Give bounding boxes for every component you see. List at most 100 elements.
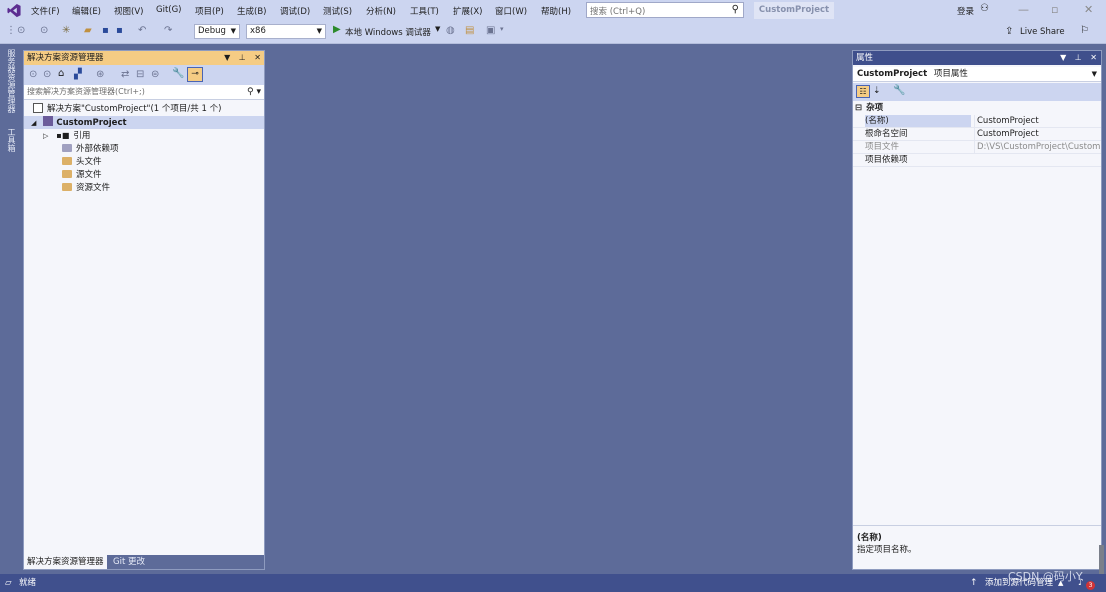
property-key: 根命名空间	[865, 129, 908, 139]
tree-item-label: 资源文件	[76, 183, 111, 193]
left-tool-strip: 服务器资源管理器 工具箱	[0, 44, 22, 574]
diagnostics-icon[interactable]: ▤	[465, 25, 474, 36]
toolbox-tab[interactable]: 工具箱	[6, 128, 17, 152]
maximize-icon[interactable]: ▫	[1051, 3, 1058, 16]
toolbar-overflow-icon[interactable]: ▾	[500, 25, 504, 33]
close-icon[interactable]: ✕	[1084, 3, 1093, 16]
platform-combo[interactable]: x86 ▼	[246, 24, 326, 39]
start-debug-button[interactable]: 本地 Windows 调试器	[345, 26, 431, 38]
property-value[interactable]: CustomProject	[974, 128, 1101, 140]
menu-view[interactable]: 视图(V)	[114, 5, 143, 17]
solution-node[interactable]: 解决方案"CustomProject"(1 个项目/共 1 个)	[24, 103, 264, 116]
status-bar: ▱ 就绪 ↑ 添加到源代码管理 ▲ CSDN @码小Y ♪ 3	[0, 570, 1106, 592]
pin-icon[interactable]: ⊥	[1075, 53, 1082, 62]
collapse-box-icon[interactable]: ⊟	[855, 103, 862, 113]
description-title: (名称)	[857, 533, 882, 543]
property-value[interactable]: D:\VS\CustomProject\CustomPr	[974, 141, 1101, 153]
tree-item-label: 源文件	[76, 170, 102, 180]
expand-arrow-icon[interactable]: ◢	[31, 119, 36, 127]
property-row[interactable]: 项目依赖项	[853, 154, 1101, 167]
open-folder-icon[interactable]: ▰	[84, 25, 92, 36]
menu-tools[interactable]: 工具(T)	[410, 5, 439, 17]
menu-help[interactable]: 帮助(H)	[541, 5, 571, 17]
menu-test[interactable]: 测试(S)	[323, 5, 352, 17]
sync-icon[interactable]: ⇄	[121, 69, 129, 80]
menu-build[interactable]: 生成(B)	[237, 5, 266, 17]
property-row[interactable]: 项目文件 D:\VS\CustomProject\CustomPr	[853, 141, 1101, 154]
tree-item-source-files[interactable]: 源文件	[24, 169, 264, 182]
category-misc[interactable]: ⊟ 杂项	[853, 102, 1101, 115]
menu-window[interactable]: 窗口(W)	[495, 5, 527, 17]
notifications-bell-icon[interactable]: ♪	[1078, 574, 1084, 592]
menu-edit[interactable]: 编辑(E)	[72, 5, 101, 17]
screenshot-icon[interactable]: ▣	[486, 25, 495, 36]
object-name: CustomProject	[857, 69, 928, 79]
live-share-button[interactable]: Live Share	[1020, 27, 1065, 37]
project-node[interactable]: ◢ CustomProject	[24, 116, 264, 129]
forward-icon[interactable]: ⊙	[43, 69, 51, 80]
properties-wrench-icon[interactable]: 🔧	[172, 68, 184, 79]
tree-item-resource-files[interactable]: 资源文件	[24, 182, 264, 195]
close-icon[interactable]: ✕	[254, 53, 261, 62]
property-row[interactable]: 根命名空间 CustomProject	[853, 128, 1101, 141]
search-box[interactable]: 搜索 (Ctrl+Q) ⚲	[586, 2, 744, 18]
account-icon[interactable]: ⚇	[980, 3, 989, 14]
close-icon[interactable]: ✕	[1090, 53, 1097, 62]
save-icon[interactable]: ▪	[102, 25, 109, 36]
redo-icon[interactable]: ↷	[164, 25, 172, 36]
collapse-all-icon[interactable]: ⊟	[136, 69, 144, 80]
pin-icon[interactable]: ⊥	[239, 53, 246, 62]
panel-menu-icon[interactable]: ▼	[1060, 53, 1066, 62]
login-link[interactable]: 登录	[957, 5, 974, 17]
menu-analyze[interactable]: 分析(N)	[366, 5, 396, 17]
tree-item-references[interactable]: ▷ ▪■ 引用	[24, 129, 264, 142]
forward-icon[interactable]: ⊙	[40, 25, 48, 36]
back-icon[interactable]: ⊙	[17, 25, 25, 36]
output-window-icon[interactable]: ▱	[5, 574, 12, 592]
switch-views-icon[interactable]: ▞	[74, 69, 82, 80]
arrow-up-icon: ↑	[970, 578, 978, 588]
solution-icon	[33, 103, 43, 113]
pending-changes-icon[interactable]: ⊛	[96, 69, 104, 80]
object-selector[interactable]: CustomProject 项目属性 ▼	[853, 67, 1101, 82]
menu-extensions[interactable]: 扩展(X)	[453, 5, 482, 17]
solution-search-input[interactable]: 搜索解决方案资源管理器(Ctrl+;) ⚲ ▾	[24, 85, 264, 100]
chevron-down-icon[interactable]: ▼	[435, 25, 440, 33]
collapse-arrow-icon[interactable]: ▷	[43, 132, 48, 140]
save-all-icon[interactable]: ▪	[116, 25, 123, 36]
tree-item-header-files[interactable]: 头文件	[24, 156, 264, 169]
new-project-icon[interactable]: ✳	[62, 25, 70, 36]
menu-debug[interactable]: 调试(D)	[280, 5, 310, 17]
property-key: (名称)	[865, 115, 971, 127]
alphabetical-icon[interactable]: ⇣	[873, 86, 881, 96]
property-value[interactable]: CustomProject	[974, 115, 1101, 127]
tab-git-changes[interactable]: Git 更改	[110, 555, 148, 569]
object-type: 项目属性	[933, 69, 968, 79]
home-icon[interactable]: ⌂	[58, 68, 64, 79]
undo-icon[interactable]: ↶	[138, 25, 146, 36]
solution-explorer-toolbar: ⊙ ⊙ ⌂ ▞ ⊛ ⇄ ⊟ ⊜ 🔧 ⊸	[24, 65, 264, 85]
show-all-files-icon[interactable]: ⊜	[151, 69, 159, 80]
property-row[interactable]: (名称) CustomProject	[853, 115, 1101, 128]
tree-item-label: 头文件	[76, 157, 102, 167]
start-debug-icon[interactable]: ▶	[333, 24, 341, 35]
back-icon[interactable]: ⊙	[29, 69, 37, 80]
hot-reload-icon[interactable]: ◍	[446, 25, 455, 36]
config-combo[interactable]: Debug ▼	[194, 24, 240, 39]
tree-item-external-deps[interactable]: 外部依赖项	[24, 143, 264, 156]
chevron-down-icon: ▼	[316, 27, 322, 35]
preview-toggle-icon[interactable]: ⊸	[187, 67, 203, 82]
tab-solution-explorer[interactable]: 解决方案资源管理器	[24, 555, 107, 569]
menu-git[interactable]: Git(G)	[156, 5, 182, 15]
panel-menu-icon[interactable]: ▼	[224, 53, 230, 62]
property-pages-wrench-icon[interactable]: 🔧	[893, 85, 905, 96]
feedback-icon[interactable]: ⚐	[1080, 25, 1089, 36]
menu-file[interactable]: 文件(F)	[31, 5, 60, 17]
server-explorer-tab[interactable]: 服务器资源管理器	[6, 49, 17, 113]
panel-controls: ▼ ⊥ ✕	[224, 51, 261, 65]
menu-project[interactable]: 项目(P)	[195, 5, 224, 17]
folder-icon	[62, 157, 72, 165]
minimize-icon[interactable]: —	[1018, 3, 1029, 16]
resize-grip[interactable]	[1099, 545, 1104, 574]
categorized-icon[interactable]: ☷	[856, 85, 870, 98]
